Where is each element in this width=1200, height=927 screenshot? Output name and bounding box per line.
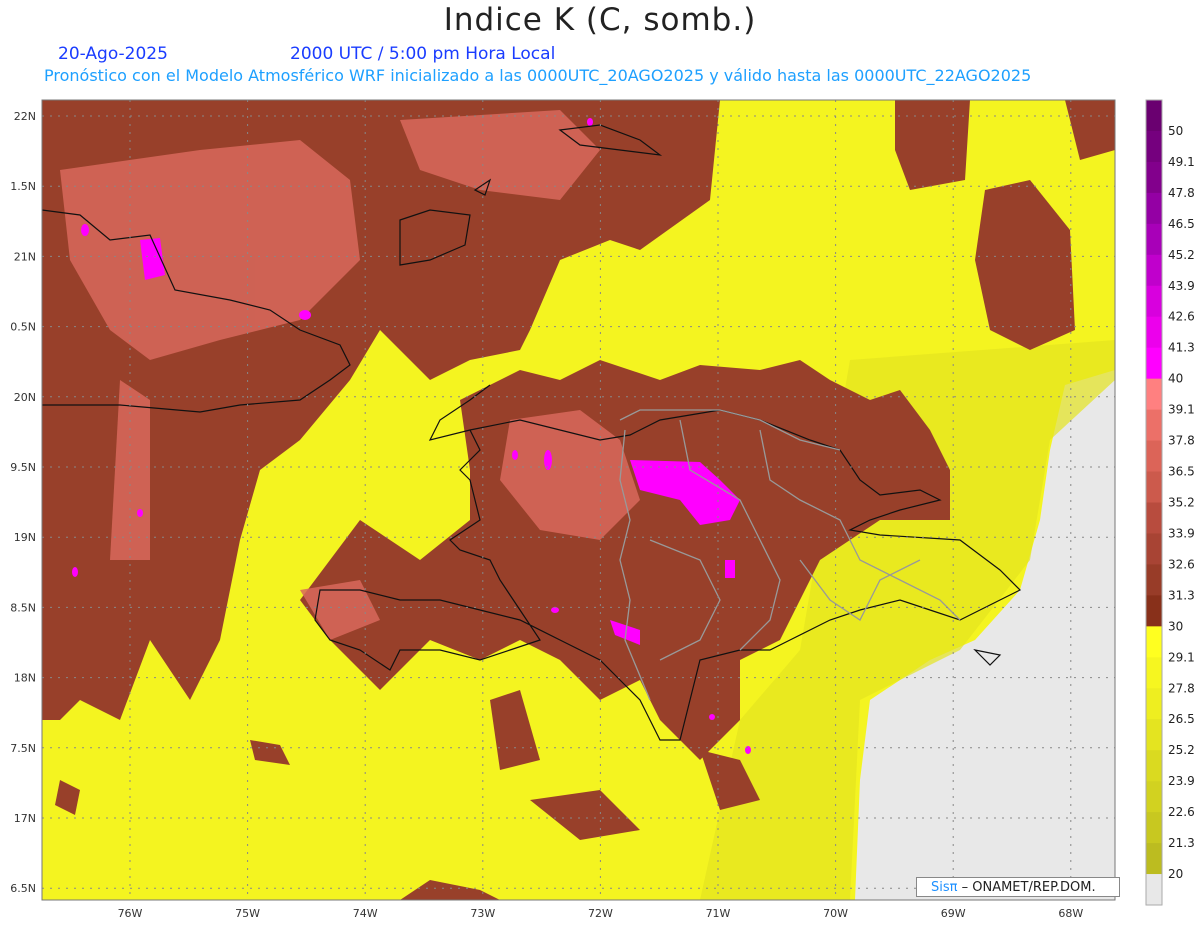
latitude-label: 0.5N bbox=[10, 321, 36, 334]
colorbar-label: 47.8 bbox=[1168, 186, 1195, 200]
longitude-label: 71W bbox=[706, 907, 731, 920]
colorbar-swatch bbox=[1146, 285, 1162, 318]
colorbar-label: 29.1 bbox=[1168, 650, 1195, 664]
colorbar-label: 50 bbox=[1168, 124, 1183, 138]
colorbar-swatch bbox=[1146, 874, 1162, 906]
colorbar-label: 37.8 bbox=[1168, 434, 1195, 448]
longitude-label: 76W bbox=[118, 907, 143, 920]
latitude-label: 18N bbox=[14, 672, 36, 685]
longitude-label: 72W bbox=[588, 907, 613, 920]
colorbar-label: 32.6 bbox=[1168, 557, 1195, 571]
longitude-labels: 76W 75W 74W 73W 72W 71W 70W 69W 68W bbox=[118, 907, 1084, 920]
colorbar-swatch bbox=[1146, 750, 1162, 782]
colorbar-swatch bbox=[1146, 192, 1162, 225]
latitude-label: 17N bbox=[14, 812, 36, 825]
colorbar-swatch bbox=[1146, 223, 1162, 256]
colorbar-swatch bbox=[1146, 161, 1162, 194]
k-index-field bbox=[42, 100, 1115, 900]
colorbar-swatch bbox=[1146, 533, 1162, 565]
colorbar-label: 36.5 bbox=[1168, 465, 1195, 479]
colorbar-label: 39.1 bbox=[1168, 403, 1195, 417]
colorbar-label: 21.3 bbox=[1168, 836, 1195, 850]
latitude-label: 21N bbox=[14, 250, 36, 263]
colorbar-label: 25.2 bbox=[1168, 743, 1195, 757]
forecast-time: 2000 UTC / 5:00 pm Hora Local bbox=[290, 44, 556, 64]
colorbar-swatch bbox=[1146, 657, 1162, 689]
colorbar-label: 43.9 bbox=[1168, 279, 1195, 293]
colorbar-label: 42.6 bbox=[1168, 310, 1195, 324]
colorbar-label: 41.3 bbox=[1168, 341, 1195, 355]
colorbar-swatch bbox=[1146, 502, 1162, 534]
colorbar-swatch bbox=[1146, 347, 1162, 380]
longitude-label: 75W bbox=[235, 907, 260, 920]
colorbar-swatch bbox=[1146, 843, 1162, 875]
map-canvas: 76W 75W 74W 73W 72W 71W 70W 69W 68W 22N 1.5N 21N 0.… bbox=[10, 99, 1195, 920]
longitude-label: 69W bbox=[941, 907, 966, 920]
colorbar-label: 22.6 bbox=[1168, 805, 1195, 819]
colorbar-swatch bbox=[1146, 378, 1162, 411]
colorbar: 50 49.1 47.8 46.5 45.2 43.9 42.6 41.3 40 39.1 37.8… bbox=[1145, 99, 1195, 906]
sispi-logo: Sisπ bbox=[931, 880, 958, 895]
latitude-label: 7.5N bbox=[10, 742, 36, 755]
colorbar-label: 49.1 bbox=[1168, 155, 1195, 169]
colorbar-label: 45.2 bbox=[1168, 248, 1195, 262]
colorbar-label: 30 bbox=[1168, 619, 1183, 633]
longitude-label: 70W bbox=[823, 907, 848, 920]
credit-box: Sisπ – ONAMET/REP.DOM. bbox=[916, 877, 1120, 897]
colorbar-label: 33.9 bbox=[1168, 526, 1195, 540]
latitude-label: 8.5N bbox=[10, 601, 36, 614]
map-title: Indice K (C, somb.) bbox=[443, 2, 757, 38]
colorbar-label: 31.3 bbox=[1168, 588, 1195, 602]
latitude-label: 19N bbox=[14, 531, 36, 544]
latitude-label: 9.5N bbox=[10, 461, 36, 474]
latitude-label: 22N bbox=[14, 110, 36, 123]
colorbar-label: 23.9 bbox=[1168, 774, 1195, 788]
colorbar-swatch bbox=[1146, 440, 1162, 473]
latitude-label: 6.5N bbox=[10, 882, 36, 895]
longitude-label: 68W bbox=[1058, 907, 1083, 920]
latitude-label: 1.5N bbox=[10, 180, 36, 193]
colorbar-swatch bbox=[1146, 100, 1162, 132]
colorbar-swatch bbox=[1146, 688, 1162, 720]
colorbar-swatch bbox=[1146, 781, 1162, 813]
colorbar-swatch bbox=[1146, 812, 1162, 844]
colorbar-label: 46.5 bbox=[1168, 217, 1195, 231]
colorbar-swatch bbox=[1146, 595, 1162, 627]
colorbar-swatch bbox=[1146, 564, 1162, 596]
colorbar-label: 27.8 bbox=[1168, 681, 1195, 695]
longitude-label: 74W bbox=[353, 907, 378, 920]
colorbar-swatch bbox=[1146, 254, 1162, 287]
colorbar-swatch bbox=[1146, 626, 1162, 658]
colorbar-label: 26.5 bbox=[1168, 712, 1195, 726]
colorbar-label: 20 bbox=[1168, 867, 1183, 881]
colorbar-label: 40 bbox=[1168, 372, 1183, 386]
colorbar-swatch bbox=[1146, 316, 1162, 349]
credit-text: – ONAMET/REP.DOM. bbox=[957, 880, 1096, 895]
longitude-label: 73W bbox=[470, 907, 495, 920]
colorbar-swatch bbox=[1146, 130, 1162, 163]
latitude-label: 20N bbox=[14, 391, 36, 404]
forecast-date: 20-Ago-2025 bbox=[58, 44, 168, 64]
latitude-labels: 22N 1.5N 21N 0.5N 20N 9.5N 19N 8.5N 18N 7.5N 17N 6.… bbox=[10, 110, 36, 895]
colorbar-swatch bbox=[1146, 409, 1162, 442]
colorbar-label: 35.2 bbox=[1168, 496, 1195, 510]
colorbar-swatch bbox=[1146, 719, 1162, 751]
forecast-subtitle: Pronóstico con el Modelo Atmosférico WRF… bbox=[44, 66, 1032, 85]
colorbar-swatch bbox=[1146, 471, 1162, 503]
